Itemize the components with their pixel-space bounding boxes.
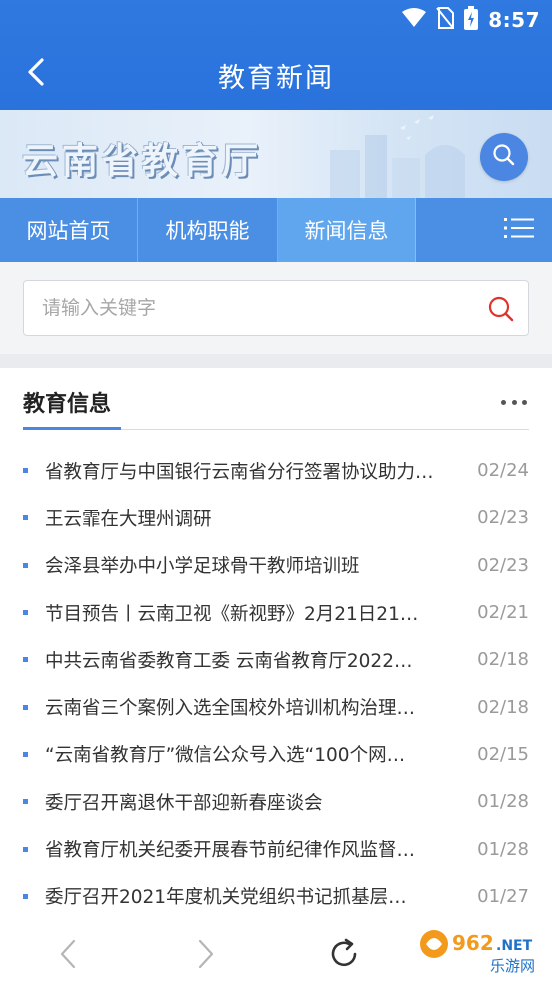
page-title: 教育新闻 — [218, 63, 334, 94]
news-date: 02/23 — [477, 507, 529, 529]
browser-forward-button[interactable] — [188, 938, 224, 974]
wifi-icon — [402, 8, 427, 32]
banner-title: 云南省教育厅 — [22, 140, 263, 182]
news-title: 中共云南省委教育工委 云南省教育厅2022… — [45, 650, 413, 672]
bullet-icon — [23, 515, 28, 521]
svg-text:.NET: .NET — [496, 938, 533, 954]
bullet-icon — [23, 610, 28, 616]
banner: 云南省教育厅 — [0, 110, 552, 198]
chevron-left-icon — [59, 939, 77, 973]
search-input[interactable] — [42, 281, 462, 335]
nav-item-label: 网站首页 — [26, 219, 111, 243]
news-date: 02/18 — [477, 649, 529, 671]
building-silhouette-icon — [330, 115, 465, 198]
list-menu-icon — [504, 216, 534, 244]
search-area — [0, 262, 552, 354]
section-header: 教育信息 — [23, 378, 529, 430]
watermark-logo: 962 .NET 乐游网 — [414, 926, 546, 976]
list-item[interactable]: “云南省教育厅”微信公众号入选“100个网… 02/15 — [23, 731, 529, 778]
banner-search-button[interactable] — [480, 133, 528, 181]
battery-charging-icon — [464, 6, 479, 34]
more-dots-icon[interactable] — [499, 392, 529, 412]
svg-text:962: 962 — [452, 931, 494, 955]
status-bar: 8:57 — [402, 6, 540, 34]
news-title: 省教育厅机关纪委开展春节前纪律作风监督… — [45, 840, 416, 862]
news-title: 云南省三个案例入选全国校外培训机构治理… — [45, 698, 416, 720]
news-date: 02/15 — [477, 743, 529, 765]
bullet-icon — [23, 751, 28, 757]
search-icon — [492, 143, 516, 171]
nav-item-label: 机构职能 — [165, 219, 250, 243]
no-sim-icon — [436, 7, 455, 33]
nav-menu-button[interactable] — [416, 198, 552, 262]
nav-item-news[interactable]: 新闻信息 — [278, 198, 416, 262]
bullet-icon — [23, 799, 28, 805]
refresh-button[interactable] — [326, 938, 362, 974]
list-item[interactable]: 委厅召开离退休干部迎新春座谈会 01/28 — [23, 778, 529, 825]
news-list: 省教育厅与中国银行云南省分行签署协议助力… 02/24 王云霏在大理州调研 02/2… — [23, 447, 529, 920]
news-date: 02/18 — [477, 696, 529, 718]
list-item[interactable]: 云南省三个案例入选全国校外培训机构治理… 02/18 — [23, 683, 529, 730]
svg-text:乐游网: 乐游网 — [490, 957, 535, 975]
news-title: 王云霏在大理州调研 — [45, 508, 212, 530]
news-date: 02/23 — [477, 554, 529, 576]
news-title: “云南省教育厅”微信公众号入选“100个网… — [45, 745, 406, 767]
nav-item-label: 新闻信息 — [304, 219, 389, 243]
refresh-icon — [327, 937, 361, 975]
nav-item-functions[interactable]: 机构职能 — [138, 198, 278, 262]
bullet-icon — [23, 657, 28, 663]
list-item[interactable]: 省教育厅机关纪委开展春节前纪律作风监督… 01/28 — [23, 825, 529, 872]
list-item[interactable]: 王云霏在大理州调研 02/23 — [23, 494, 529, 541]
news-date: 01/28 — [477, 791, 529, 813]
news-date: 01/27 — [477, 885, 529, 907]
list-item[interactable]: 委厅召开2021年度机关党组织书记抓基层… 01/27 — [23, 873, 529, 920]
nav-item-home[interactable]: 网站首页 — [0, 198, 138, 262]
bullet-icon — [23, 893, 28, 899]
browser-back-button[interactable] — [50, 938, 86, 974]
divider — [0, 354, 552, 368]
clock-time: 8:57 — [488, 8, 540, 32]
chevron-right-icon — [197, 939, 215, 973]
news-title: 委厅召开2021年度机关党组织书记抓基层… — [45, 887, 407, 909]
news-title: 省教育厅与中国银行云南省分行签署协议助力… — [45, 461, 434, 483]
list-item[interactable]: 省教育厅与中国银行云南省分行签署协议助力… 02/24 — [23, 447, 529, 494]
search-submit-button[interactable] — [486, 294, 516, 324]
bullet-icon — [23, 846, 28, 852]
list-item[interactable]: 会泽县举办中小学足球骨干教师培训班 02/23 — [23, 542, 529, 589]
title-bar: 教育新闻 — [0, 44, 552, 104]
section-underline — [23, 427, 121, 430]
news-date: 02/21 — [477, 602, 529, 624]
news-title: 会泽县举办中小学足球骨干教师培训班 — [45, 556, 360, 578]
list-item[interactable]: 中共云南省委教育工委 云南省教育厅2022… 02/18 — [23, 636, 529, 683]
bullet-icon — [23, 562, 28, 568]
section-title: 教育信息 — [23, 392, 112, 417]
search-box — [23, 280, 529, 336]
news-date: 01/28 — [477, 838, 529, 860]
news-title: 委厅召开离退休干部迎新春座谈会 — [45, 792, 323, 814]
bullet-icon — [23, 704, 28, 710]
search-icon — [486, 296, 516, 328]
list-item[interactable]: 节目预告丨云南卫视《新视野》2月21日21… 02/21 — [23, 589, 529, 636]
news-title: 节目预告丨云南卫视《新视野》2月21日21… — [45, 603, 419, 625]
main-nav: 网站首页 机构职能 新闻信息 — [0, 198, 552, 262]
top-bar: 8:57 教育新闻 — [0, 0, 552, 110]
news-date: 02/24 — [477, 460, 529, 482]
bullet-icon — [23, 468, 28, 474]
